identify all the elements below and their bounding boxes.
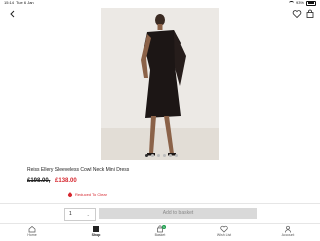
image-carousel-dots[interactable] xyxy=(145,154,178,157)
heart-icon xyxy=(220,225,228,233)
basket-count-badge: 1 xyxy=(162,225,166,229)
model-dress-photo xyxy=(101,8,219,160)
wishlist-heart-icon[interactable] xyxy=(292,9,302,19)
carousel-dot[interactable] xyxy=(157,154,160,157)
carousel-dot[interactable] xyxy=(151,154,154,157)
home-icon xyxy=(28,226,36,233)
divider xyxy=(0,203,320,204)
account-icon xyxy=(284,225,292,233)
tab-home[interactable]: Home xyxy=(12,225,52,237)
quantity-value: 1 xyxy=(69,211,72,217)
carousel-dot[interactable] xyxy=(169,154,172,157)
tab-label: Account xyxy=(281,233,295,237)
basket-bag-icon[interactable] xyxy=(305,9,315,19)
original-price: £198.00, xyxy=(27,178,51,184)
back-chevron-icon[interactable] xyxy=(8,9,18,19)
tab-basket[interactable]: 1 Basket xyxy=(140,225,180,237)
product-title: Reiss Ellery Sleeveless Cowl Neck Mini D… xyxy=(27,167,130,173)
carousel-dot[interactable] xyxy=(145,154,148,157)
tab-label: Wish List xyxy=(216,233,232,237)
bottom-tab-bar: Home Shop 1 Basket Wish List Account xyxy=(0,223,320,241)
carousel-dot[interactable] xyxy=(175,154,178,157)
shop-icon xyxy=(93,226,99,232)
reduced-badge: Reduced To Clear xyxy=(67,191,107,198)
add-to-basket-button[interactable]: Add to basket xyxy=(99,208,257,219)
product-image[interactable] xyxy=(101,8,219,160)
tab-wish-list[interactable]: Wish List xyxy=(204,225,244,237)
wifi-icon xyxy=(288,1,294,5)
tab-label: Shop xyxy=(91,233,101,237)
reduced-label: Reduced To Clear xyxy=(75,192,107,197)
quantity-select[interactable]: 1 ⌄ xyxy=(64,208,96,221)
tab-label: Home xyxy=(27,233,37,237)
price-tag-icon xyxy=(67,191,73,198)
carousel-dot[interactable] xyxy=(163,154,166,157)
sale-price: £138.00 xyxy=(55,178,77,184)
tab-label: Basket xyxy=(154,233,166,237)
chevron-down-icon: ⌄ xyxy=(86,212,90,217)
tab-account[interactable]: Account xyxy=(268,225,308,237)
battery-icon xyxy=(306,0,316,6)
tab-shop[interactable]: Shop xyxy=(76,225,116,237)
price-row: £198.00, £138.00 xyxy=(27,178,77,184)
